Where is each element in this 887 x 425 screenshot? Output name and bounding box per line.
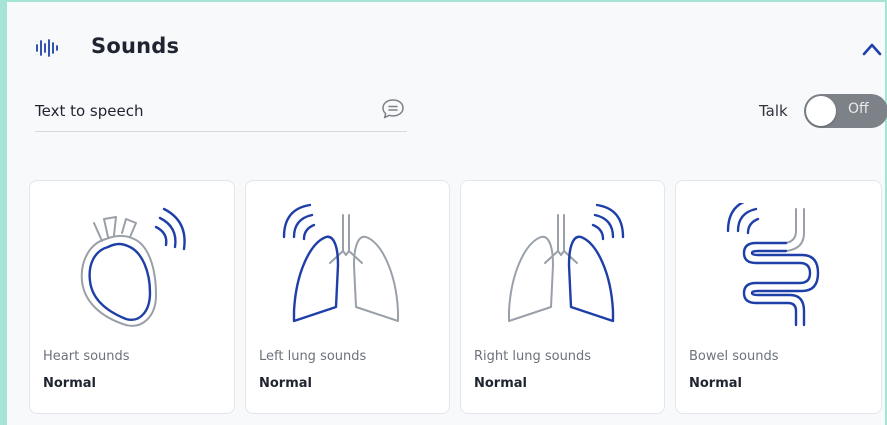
heart-icon xyxy=(80,207,186,327)
toggle-state: Off xyxy=(848,101,869,117)
right-lung-sounds-card[interactable]: Right lung sounds Normal xyxy=(460,180,665,414)
chevron-up-icon[interactable] xyxy=(857,36,887,62)
card-status: Normal xyxy=(43,376,96,391)
talk-control: Talk Off xyxy=(759,94,887,128)
card-status: Normal xyxy=(689,376,742,391)
card-label: Right lung sounds xyxy=(474,349,592,364)
heart-sounds-card[interactable]: Heart sounds Normal xyxy=(29,180,235,414)
right-lung-icon xyxy=(508,203,625,323)
chat-bubble-icon[interactable] xyxy=(381,98,405,120)
panel-title: Sounds xyxy=(91,34,180,58)
card-label: Heart sounds xyxy=(43,349,130,364)
toggle-knob xyxy=(806,96,836,126)
text-to-speech-label: Text to speech xyxy=(35,102,144,120)
talk-toggle[interactable]: Off xyxy=(804,94,887,128)
left-lung-icon xyxy=(282,203,399,323)
card-status: Normal xyxy=(259,376,312,391)
card-label: Bowel sounds xyxy=(689,349,779,364)
talk-label: Talk xyxy=(759,102,788,120)
bowel-sounds-card[interactable]: Bowel sounds Normal xyxy=(675,180,882,414)
sound-wave-icon xyxy=(36,39,58,57)
card-label: Left lung sounds xyxy=(259,349,367,364)
bowel-icon xyxy=(726,203,820,327)
panel-header: Sounds xyxy=(29,34,887,64)
sounds-panel: Sounds Text to speech Talk Off Heart sou… xyxy=(0,0,887,425)
text-to-speech-field[interactable]: Text to speech xyxy=(35,98,407,132)
card-status: Normal xyxy=(474,376,527,391)
left-lung-sounds-card[interactable]: Left lung sounds Normal xyxy=(245,180,450,414)
